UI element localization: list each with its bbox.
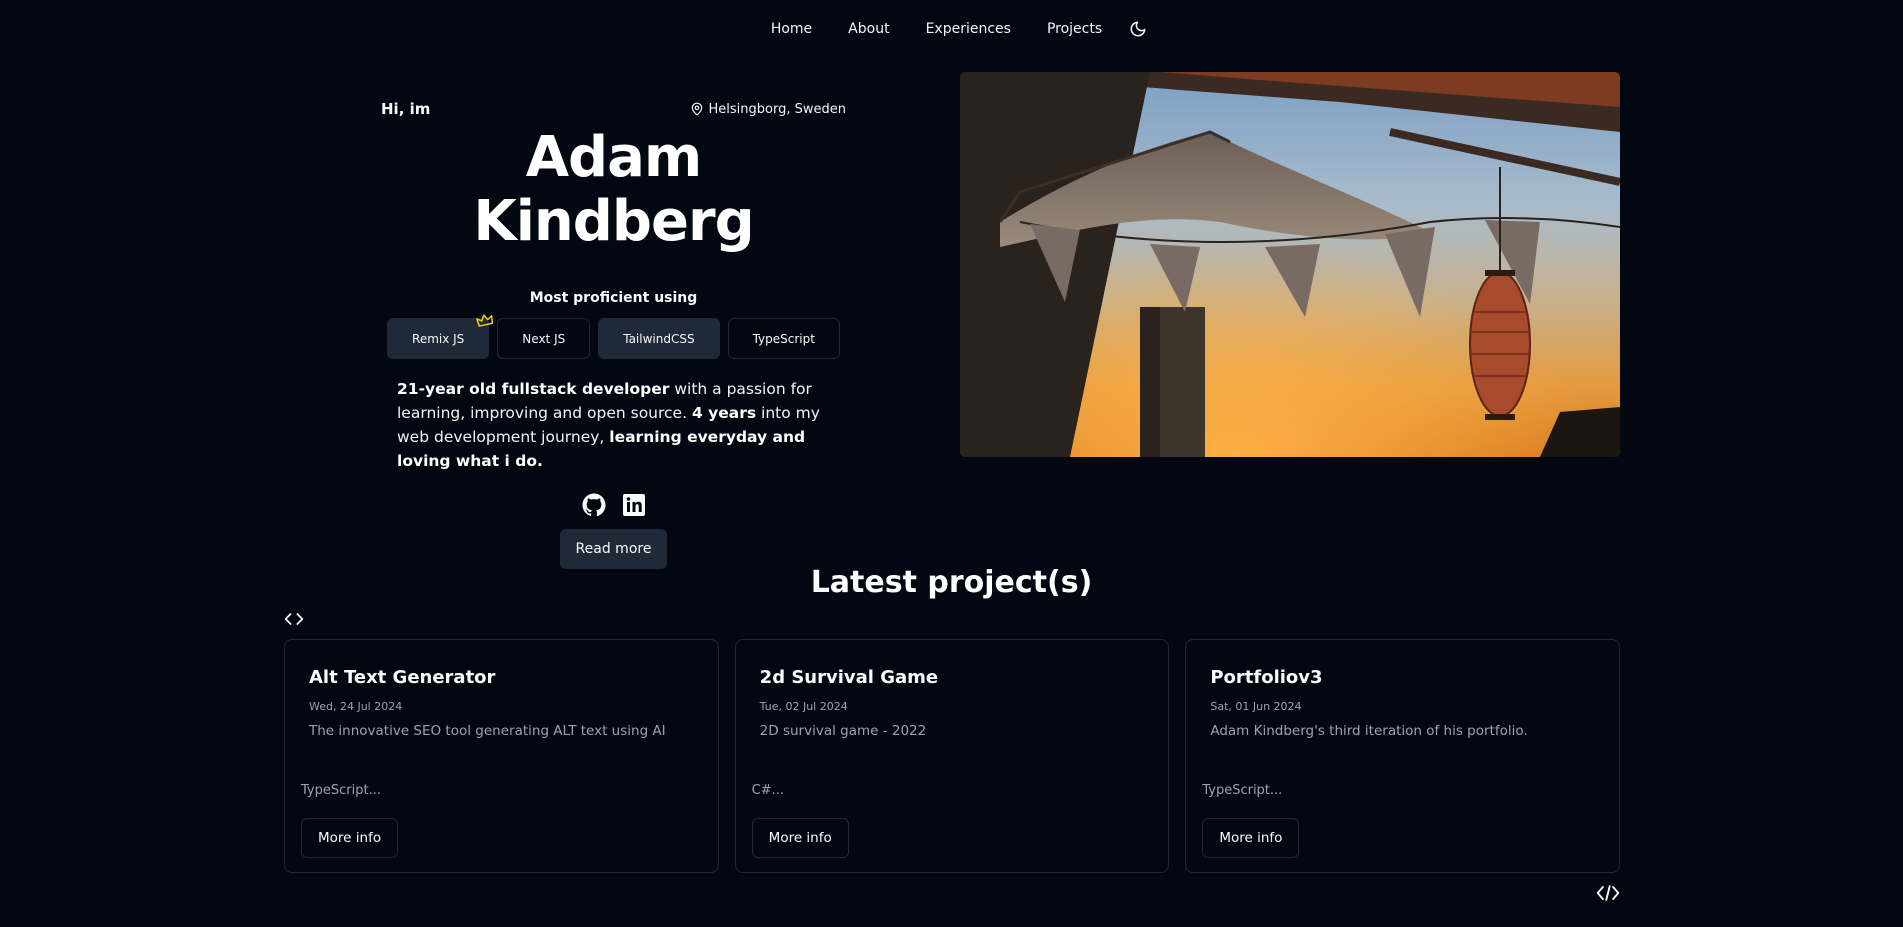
bio-text: 21-year old fullstack developer with a p… [397,377,837,473]
location: Helsingborg, Sweden [690,102,846,117]
nav-about[interactable]: About [830,21,907,37]
project-card: Alt Text Generator Wed, 24 Jul 2024 The … [284,639,719,873]
proficient-label: Most proficient using [529,290,698,306]
project-date: Tue, 02 Jul 2024 [759,700,848,713]
skill-list: Remix JS Next JS TailwindCSS TypeScript [381,314,846,359]
map-pin-icon [691,102,702,116]
skill-label: Next JS [522,331,566,346]
project-title: Portfoliov3 [1210,667,1323,688]
code-brackets-icon [284,611,304,631]
project-description: 2D survival game - 2022 [759,723,927,739]
project-list: Alt Text Generator Wed, 24 Jul 2024 The … [284,639,1621,873]
project-card: Portfoliov3 Sat, 01 Jun 2024 Adam Kindbe… [1185,639,1621,873]
skill-nextjs[interactable]: Next JS [497,318,591,359]
bio-bold-2: 4 years [691,404,757,422]
crown-icon [476,313,494,332]
nav-experiences[interactable]: Experiences [908,21,1029,37]
skill-label: Remix JS [412,331,465,346]
code-slash-icon [1596,883,1620,907]
hero-intro: Hi, im Helsingborg, Sweden Adam Kindberg… [381,92,846,569]
nav-projects[interactable]: Projects [1029,21,1120,37]
project-date: Sat, 01 Jun 2024 [1210,700,1302,713]
project-date: Wed, 24 Jul 2024 [309,700,403,713]
more-info-button[interactable]: More info [751,818,849,858]
bio-bold-1: 21-year old fullstack developer [397,380,670,398]
skill-remix[interactable]: Remix JS [387,314,494,359]
skill-label: TailwindCSS [623,331,695,346]
location-text: Helsingborg, Sweden [708,101,846,117]
project-description: Adam Kindberg's third iteration of his p… [1210,723,1528,739]
read-more-button[interactable]: Read more [559,529,668,569]
nav-home[interactable]: Home [753,21,830,37]
linkedin-icon[interactable] [622,493,646,517]
top-nav: Home About Experiences Projects [0,0,1903,58]
project-tags: C#... [751,783,785,798]
greeting: Hi, im [381,100,431,118]
hero-name: Adam Kindberg [473,125,754,254]
read-more-wrap: Read more [381,529,846,569]
project-card: 2d Survival Game Tue, 02 Jul 2024 2D sur… [734,639,1170,873]
moon-icon[interactable] [1126,17,1150,41]
more-info-button[interactable]: More info [301,818,399,858]
greeting-row: Hi, im Helsingborg, Sweden [381,92,846,126]
more-info-button[interactable]: More info [1202,818,1300,858]
hero-photo [960,72,1620,457]
project-description: The innovative SEO tool generating ALT t… [309,723,666,739]
project-title: Alt Text Generator [309,667,496,688]
skill-label: TypeScript [752,331,815,346]
project-tags: TypeScript... [1202,783,1283,798]
skill-typescript[interactable]: TypeScript [727,318,840,359]
github-icon[interactable] [582,493,606,517]
project-tags: TypeScript... [301,783,381,798]
projects-title: Latest project(s) [810,565,1093,600]
skill-tailwind[interactable]: TailwindCSS [598,318,720,359]
project-title: 2d Survival Game [759,667,939,688]
social-links [381,493,846,517]
